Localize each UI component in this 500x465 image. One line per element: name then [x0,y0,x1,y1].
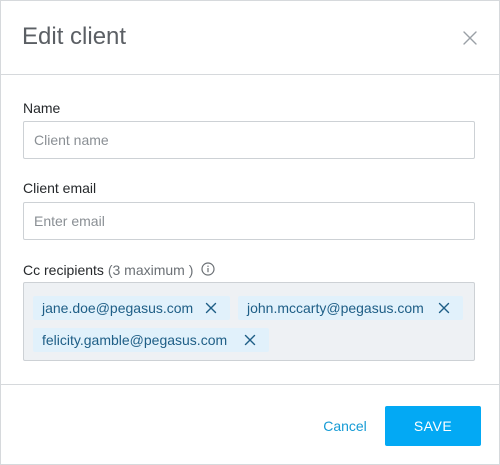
cc-recipients-hint: (3 maximum ) [107,262,194,278]
recipient-chip: felicity.gamble@pegasus.com [33,328,269,352]
recipient-chip-label: felicity.gamble@pegasus.com [42,332,228,348]
recipient-chip: jane.doe@pegasus.com [33,296,230,320]
save-button[interactable]: SAVE [385,406,481,446]
dialog-footer: Cancel SAVE [1,384,499,465]
client-name-input[interactable] [23,121,475,159]
recipient-chip: john.mccarty@pegasus.com [238,296,463,320]
client-email-input[interactable] [23,202,475,240]
info-icon[interactable] [201,262,215,276]
dialog-body: Name Client email Cc recipients (3 maxim… [1,75,499,384]
recipient-chip-label: john.mccarty@pegasus.com [247,300,424,316]
close-button[interactable] [459,27,481,49]
close-icon [463,31,477,45]
edit-client-dialog: Edit client Name Client email Cc recipie… [0,0,500,465]
remove-recipient-icon[interactable] [244,334,256,346]
name-label: Name [23,100,61,116]
client-email-label: Client email [23,180,97,196]
dialog-title: Edit client [22,23,127,50]
remove-recipient-icon[interactable] [438,302,450,314]
cc-recipients-field[interactable]: jane.doe@pegasus.com john.mccarty@pegasu… [23,282,475,361]
dialog-header: Edit client [1,1,499,75]
cancel-button[interactable]: Cancel [313,406,377,446]
remove-recipient-icon[interactable] [205,302,217,314]
cc-recipients-label: Cc recipients (3 maximum ) [23,261,193,279]
cc-recipients-label-text: Cc recipients [23,262,104,278]
recipient-chip-label: jane.doe@pegasus.com [42,300,194,316]
